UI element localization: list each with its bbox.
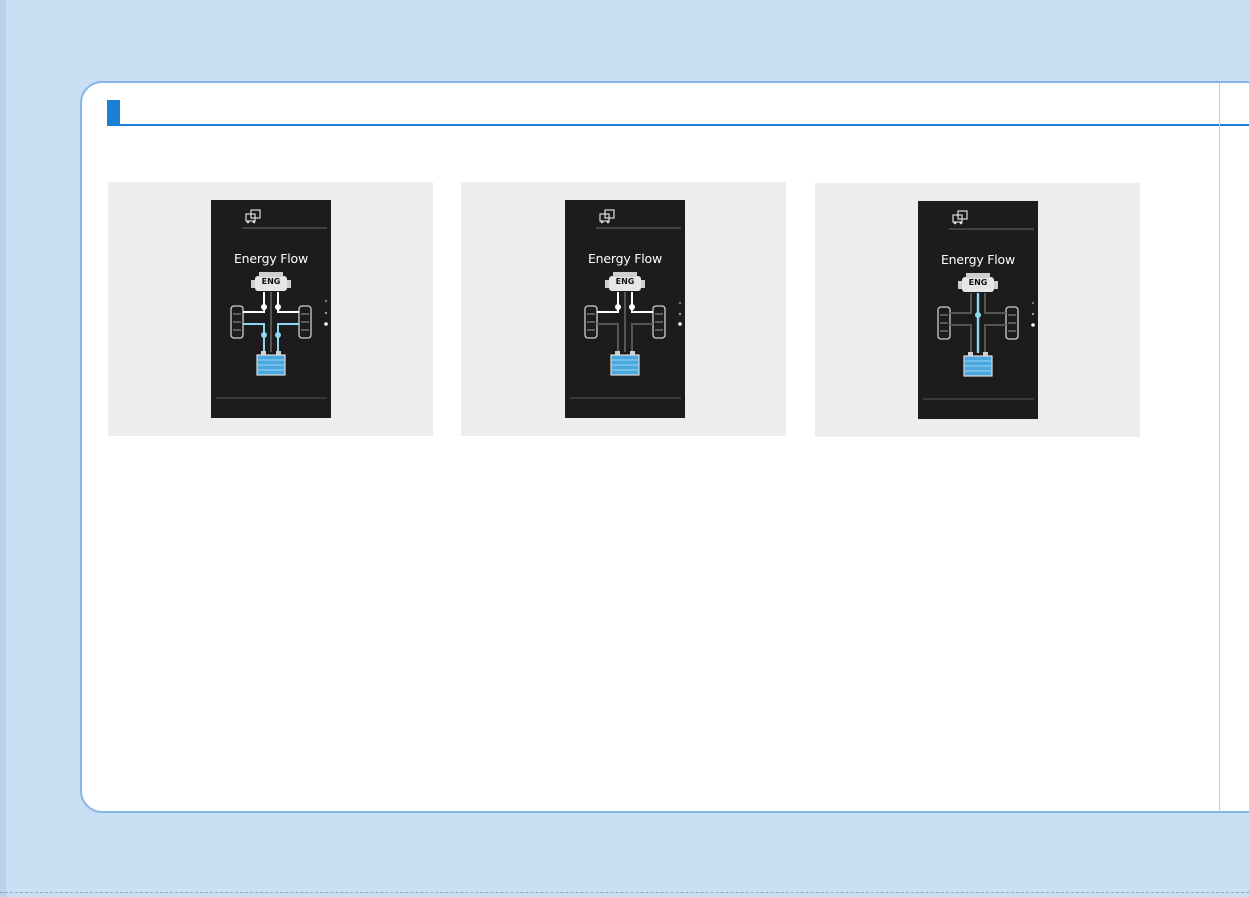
flow-lines [597,292,653,352]
screen-title: Energy Flow [587,251,663,266]
energy-flow-diagram-1 [216,209,328,399]
engine-label: ENG [261,277,281,286]
wheel-icon-left [584,305,598,339]
section-header-marker [107,100,120,125]
battery-icon [256,351,286,376]
engine-label: ENG [615,277,635,286]
wheel-icon-left [937,306,951,340]
flow-lines [950,293,1006,353]
wheel-icon-left [230,305,244,339]
energy-flow-screen-2: Energy Flow ENG [565,200,685,418]
engine-label: ENG [968,278,988,287]
energy-flow-diagram-2 [570,209,682,399]
page-indicator-dots [1031,301,1035,327]
energy-flow-diagram-3 [923,210,1035,400]
car-settings-icon [599,209,615,224]
energy-flow-screen-1: Energy Flow ENG [211,200,331,418]
wheel-icon-right [298,305,312,339]
wheel-icon-right [652,305,666,339]
screen-title: Energy Flow [940,252,1016,267]
energy-flow-screen-3: Energy Flow ENG [918,201,1038,419]
car-settings-icon [952,210,968,225]
page-margin-rule [1219,83,1220,811]
battery-icon [963,352,993,377]
page-edge-strip [0,0,6,897]
screen-title: Energy Flow [233,251,309,266]
car-settings-icon [245,209,261,224]
page-cut-line [0,892,1249,893]
page-indicator-dots [678,301,682,326]
wheel-icon-right [1005,306,1019,340]
page-indicator-dots [324,299,328,326]
flow-lines [243,292,299,352]
section-header-rule [107,124,1249,126]
battery-icon [610,351,640,376]
